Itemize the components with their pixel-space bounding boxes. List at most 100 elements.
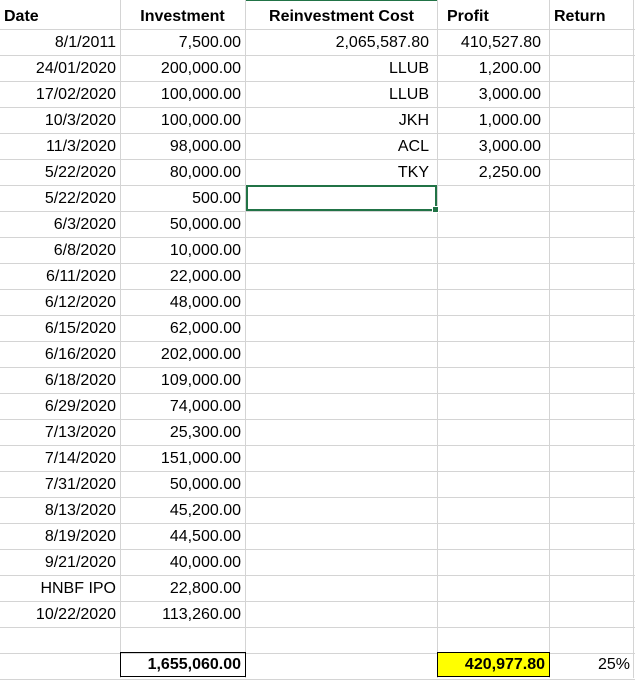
cell-reinvestment-cost[interactable]	[246, 316, 433, 342]
cell-reinvestment-cost[interactable]	[246, 212, 433, 238]
cell-reinvestment-cost[interactable]	[246, 524, 433, 550]
cell-date[interactable]: 8/13/2020	[0, 498, 120, 524]
cell-reinvestment-cost[interactable]: LLUB	[246, 82, 433, 108]
cell-profit[interactable]: 1,200.00	[437, 56, 545, 82]
cell-investment[interactable]: 74,000.00	[120, 394, 245, 420]
cell-investment[interactable]: 202,000.00	[120, 342, 245, 368]
cell-date[interactable]: 24/01/2020	[0, 56, 120, 82]
cell-investment[interactable]: 113,260.00	[120, 602, 245, 628]
cell-reinvestment-cost[interactable]	[246, 342, 433, 368]
cell-profit[interactable]	[437, 446, 545, 472]
cell-date[interactable]: 7/31/2020	[0, 472, 120, 498]
cell-reinvestment-cost[interactable]	[246, 550, 433, 576]
cell-investment[interactable]: 45,200.00	[120, 498, 245, 524]
cell-investment[interactable]: 48,000.00	[120, 290, 245, 316]
cell-date[interactable]: 7/13/2020	[0, 420, 120, 446]
cell-date[interactable]: 10/22/2020	[0, 602, 120, 628]
spreadsheet-grid[interactable]: Date Investment Reinvestment Cost Profit…	[0, 0, 635, 680]
cell-date[interactable]: 8/1/2011	[0, 30, 120, 56]
cell-profit[interactable]	[437, 368, 545, 394]
cell-date[interactable]: 10/3/2020	[0, 108, 120, 134]
cell-investment[interactable]: 40,000.00	[120, 550, 245, 576]
total-investment[interactable]: 1,655,060.00	[120, 652, 246, 677]
total-return[interactable]: 25%	[550, 652, 634, 678]
cell-investment[interactable]: 100,000.00	[120, 108, 245, 134]
cell-investment[interactable]: 10,000.00	[120, 238, 245, 264]
cell-reinvestment-cost[interactable]: 2,065,587.80	[246, 30, 433, 56]
cell-investment[interactable]: 200,000.00	[120, 56, 245, 82]
cell-investment[interactable]: 7,500.00	[120, 30, 245, 56]
cell-reinvestment-cost[interactable]	[246, 238, 433, 264]
cell-reinvestment-cost[interactable]	[246, 446, 433, 472]
cell-profit[interactable]	[437, 212, 545, 238]
header-investment[interactable]: Investment	[120, 4, 245, 30]
cell-profit[interactable]: 2,250.00	[437, 160, 545, 186]
cell-date[interactable]: 6/11/2020	[0, 264, 120, 290]
cell-reinvestment-cost[interactable]	[246, 472, 433, 498]
cell-reinvestment-cost[interactable]: TKY	[246, 160, 433, 186]
cell-investment[interactable]: 98,000.00	[120, 134, 245, 160]
cell-reinvestment-cost[interactable]: LLUB	[246, 56, 433, 82]
cell-investment[interactable]: 22,000.00	[120, 264, 245, 290]
cell-reinvestment-cost[interactable]	[246, 576, 433, 602]
cell-profit[interactable]	[437, 290, 545, 316]
cell-date[interactable]: 7/14/2020	[0, 446, 120, 472]
cell-reinvestment-cost[interactable]	[246, 290, 433, 316]
cell-date[interactable]: 6/3/2020	[0, 212, 120, 238]
cell-profit[interactable]	[437, 394, 545, 420]
cell-investment[interactable]: 100,000.00	[120, 82, 245, 108]
cell-date[interactable]: 5/22/2020	[0, 160, 120, 186]
cell-reinvestment-cost[interactable]	[246, 420, 433, 446]
cell-profit[interactable]	[437, 238, 545, 264]
cell-profit[interactable]	[437, 264, 545, 290]
cell-date[interactable]: 6/16/2020	[0, 342, 120, 368]
cell-investment[interactable]: 22,800.00	[120, 576, 245, 602]
header-return[interactable]: Return	[550, 4, 634, 30]
cell-reinvestment-cost[interactable]	[246, 368, 433, 394]
cell-profit[interactable]: 3,000.00	[437, 82, 545, 108]
cell-date[interactable]: 6/18/2020	[0, 368, 120, 394]
cell-profit[interactable]	[437, 420, 545, 446]
cell-investment[interactable]: 50,000.00	[120, 212, 245, 238]
cell-investment[interactable]: 151,000.00	[120, 446, 245, 472]
cell-profit[interactable]	[437, 602, 545, 628]
cell-reinvestment-cost[interactable]: ACL	[246, 134, 433, 160]
cell-date[interactable]: 11/3/2020	[0, 134, 120, 160]
cell-date[interactable]: 5/22/2020	[0, 186, 120, 212]
cell-investment[interactable]: 50,000.00	[120, 472, 245, 498]
cell-profit[interactable]	[437, 524, 545, 550]
cell-investment[interactable]: 25,300.00	[120, 420, 245, 446]
cell-investment[interactable]: 109,000.00	[120, 368, 245, 394]
header-reinvestment-cost[interactable]: Reinvestment Cost	[246, 4, 437, 30]
cell-profit[interactable]	[437, 472, 545, 498]
cell-reinvestment-cost[interactable]	[246, 264, 433, 290]
cell-reinvestment-cost[interactable]	[246, 498, 433, 524]
fill-handle[interactable]	[432, 206, 439, 213]
header-date[interactable]: Date	[0, 4, 120, 30]
cell-investment[interactable]: 500.00	[120, 186, 245, 212]
cell-date[interactable]: 6/15/2020	[0, 316, 120, 342]
cell-profit[interactable]: 3,000.00	[437, 134, 545, 160]
cell-date[interactable]: 6/8/2020	[0, 238, 120, 264]
cell-date[interactable]: 17/02/2020	[0, 82, 120, 108]
total-profit[interactable]: 420,977.80	[437, 652, 550, 677]
cell-profit[interactable]: 1,000.00	[437, 108, 545, 134]
cell-date[interactable]: 6/29/2020	[0, 394, 120, 420]
selected-cell[interactable]	[246, 185, 439, 213]
cell-date[interactable]: 6/12/2020	[0, 290, 120, 316]
cell-investment[interactable]: 62,000.00	[120, 316, 245, 342]
cell-reinvestment-cost[interactable]	[246, 602, 433, 628]
cell-profit[interactable]	[437, 342, 545, 368]
cell-profit[interactable]	[437, 498, 545, 524]
header-profit[interactable]: Profit	[443, 4, 549, 30]
cell-reinvestment-cost[interactable]: JKH	[246, 108, 433, 134]
cell-profit[interactable]	[437, 316, 545, 342]
cell-date[interactable]: HNBF IPO	[0, 576, 120, 602]
cell-reinvestment-cost[interactable]	[246, 394, 433, 420]
cell-investment[interactable]: 80,000.00	[120, 160, 245, 186]
cell-profit[interactable]	[437, 550, 545, 576]
cell-date[interactable]: 8/19/2020	[0, 524, 120, 550]
cell-profit[interactable]	[437, 576, 545, 602]
cell-profit[interactable]: 410,527.80	[437, 30, 545, 56]
cell-investment[interactable]: 44,500.00	[120, 524, 245, 550]
